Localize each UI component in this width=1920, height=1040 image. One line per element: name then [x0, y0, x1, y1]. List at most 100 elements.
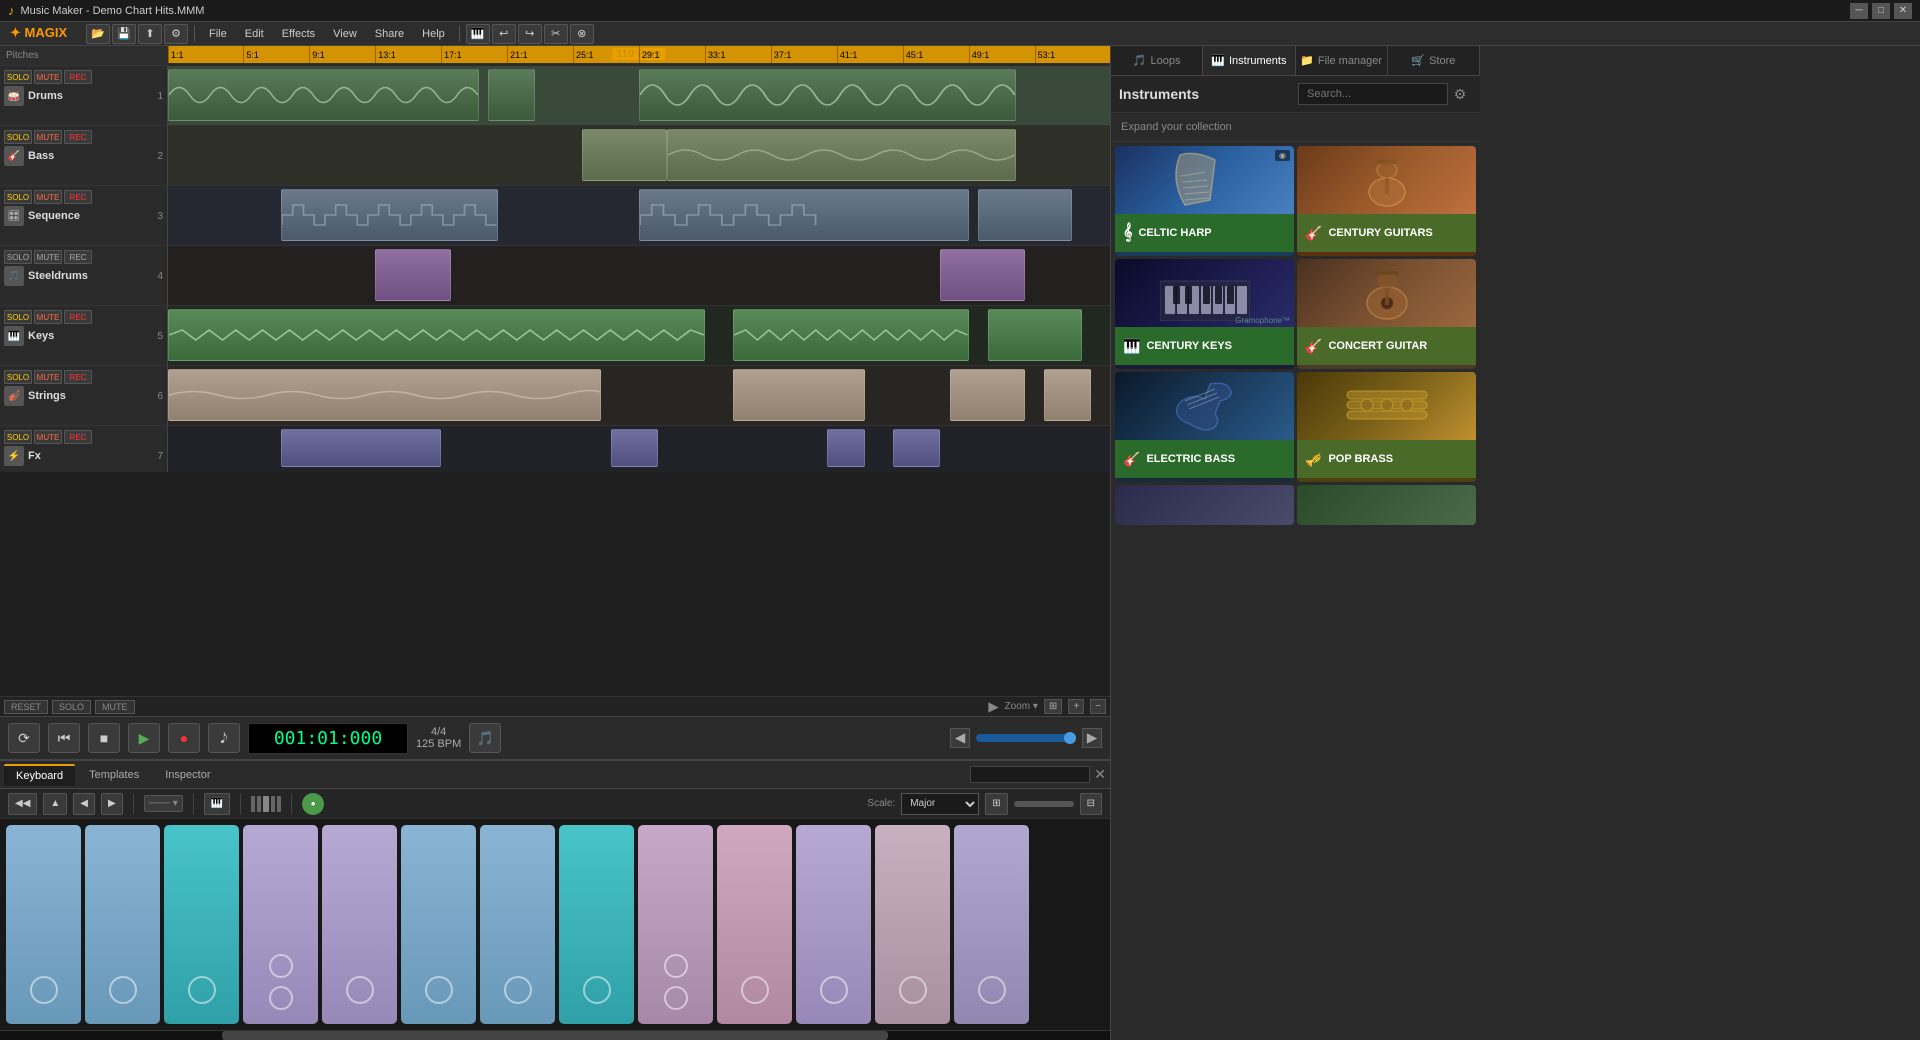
piano-key-13[interactable] — [954, 825, 1029, 1024]
fx-mute-button[interactable]: MUTE — [34, 430, 62, 444]
menu-help[interactable]: Help — [414, 26, 453, 42]
seq-solo-button[interactable]: SOLO — [4, 190, 32, 204]
seq-clip-1[interactable] — [281, 189, 498, 241]
save-button[interactable]: 💾 — [112, 24, 136, 44]
window-controls[interactable]: ─ □ ✕ — [1850, 3, 1912, 19]
kb-slider[interactable] — [1014, 801, 1074, 807]
settings-button[interactable]: ⚙ — [164, 24, 188, 44]
strings-rec-button[interactable]: REC — [64, 370, 92, 384]
drums-clip-2[interactable] — [488, 69, 535, 121]
seq-clip-2[interactable] — [639, 189, 969, 241]
piano-key-3[interactable] — [164, 825, 239, 1024]
steel-solo-button[interactable]: SOLO — [4, 250, 32, 264]
menu-file[interactable]: File — [201, 26, 235, 42]
close-button[interactable]: ✕ — [1894, 3, 1912, 19]
bass-clip-1[interactable] — [582, 129, 667, 181]
open-button[interactable]: 📂 — [86, 24, 110, 44]
fx-rec-button[interactable]: REC — [64, 430, 92, 444]
undo-button[interactable]: ↩ — [492, 24, 516, 44]
keys-clip-3[interactable] — [988, 309, 1082, 361]
vol-down[interactable]: ◀ — [950, 728, 970, 748]
fx-clip-2[interactable] — [611, 429, 658, 467]
instrument-card-century-guitars[interactable]: 🎸 CENTURY GUITARS — [1297, 146, 1476, 256]
steel-rec-button[interactable]: REC — [64, 250, 92, 264]
fx-clip-4[interactable] — [893, 429, 940, 467]
instrument-card-concert-guitar[interactable]: 🎸 CONCERT GUITAR — [1297, 259, 1476, 369]
kb-extra-btn[interactable]: ⊞ — [985, 793, 1007, 815]
keys-clip-1[interactable] — [168, 309, 705, 361]
kb-mode-select[interactable]: ─── ▾ — [144, 795, 183, 812]
vol-up[interactable]: ▶ — [1082, 728, 1102, 748]
tab-inspector[interactable]: Inspector — [153, 765, 222, 785]
cut-button[interactable]: ✂ — [544, 24, 568, 44]
instruments-settings-button[interactable]: ⚙ — [1448, 82, 1472, 106]
strings-mute-button[interactable]: MUTE — [34, 370, 62, 384]
kb-close[interactable]: ✕ — [1094, 766, 1106, 783]
menu-view[interactable]: View — [325, 26, 365, 42]
kb-arrow-left[interactable]: ◀ — [73, 793, 95, 815]
drums-solo-button[interactable]: SOLO — [4, 70, 32, 84]
loop-button[interactable]: ⟳ — [8, 723, 40, 753]
fx-clip-3[interactable] — [827, 429, 865, 467]
scale-select[interactable]: Major Minor Pentatonic — [901, 793, 979, 815]
drums-clip-3[interactable] — [639, 69, 1016, 121]
piano-key-9[interactable] — [638, 825, 713, 1024]
piano-key-5[interactable] — [322, 825, 397, 1024]
bass-solo-button[interactable]: SOLO — [4, 130, 32, 144]
instrument-card-pop-brass[interactable]: 🎺 POP BRASS — [1297, 372, 1476, 482]
menu-share[interactable]: Share — [367, 26, 412, 42]
instrument-card-electric-bass[interactable]: 🎸 ELECTRIC BASS — [1115, 372, 1294, 482]
zoom-out[interactable]: − — [1090, 699, 1106, 714]
record-button[interactable]: ● — [168, 723, 200, 753]
keys-solo-button[interactable]: SOLO — [4, 310, 32, 324]
strings-track-content[interactable] — [168, 366, 1110, 425]
kb-search-input[interactable] — [970, 766, 1090, 783]
keys-clip-2[interactable] — [733, 309, 969, 361]
midi-button[interactable]: 🎹 — [466, 24, 490, 44]
bass-track-content[interactable] — [168, 126, 1110, 185]
instruments-search-input[interactable] — [1298, 83, 1448, 105]
fx-clip-1[interactable] — [281, 429, 441, 467]
kb-active-indicator[interactable]: ● — [302, 793, 324, 815]
restore-button[interactable]: □ — [1872, 3, 1890, 19]
piano-key-6[interactable] — [401, 825, 476, 1024]
tab-loops[interactable]: 🎵 Loops — [1111, 46, 1203, 75]
steeldrums-clip-1[interactable] — [375, 249, 450, 301]
tab-keyboard[interactable]: Keyboard — [4, 764, 75, 786]
tab-instruments[interactable]: 🎹 Instruments — [1203, 46, 1295, 75]
piano-key-10[interactable] — [717, 825, 792, 1024]
keys-rec-button[interactable]: REC — [64, 310, 92, 324]
kb-arrow-left-left[interactable]: ◀◀ — [8, 793, 37, 815]
metronome-icon[interactable]: 🎵 — [469, 723, 501, 753]
bass-mute-button[interactable]: MUTE — [34, 130, 62, 144]
keys-mute-button[interactable]: MUTE — [34, 310, 62, 324]
menu-effects[interactable]: Effects — [274, 26, 323, 42]
zoom-in[interactable]: + — [1068, 699, 1084, 714]
rewind-button[interactable]: ⏮ — [48, 723, 80, 753]
metronome-button[interactable]: 𝅘𝅥𝅮 — [208, 723, 240, 753]
minimize-button[interactable]: ─ — [1850, 3, 1868, 19]
kb-scrollbar[interactable] — [0, 1030, 1110, 1040]
bass-clip-2[interactable] — [667, 129, 1016, 181]
strings-solo-button[interactable]: SOLO — [4, 370, 32, 384]
piano-key-11[interactable] — [796, 825, 871, 1024]
kb-arrow-right[interactable]: ▶ — [101, 793, 123, 815]
seq-rec-button[interactable]: REC — [64, 190, 92, 204]
instrument-card-century-keys[interactable]: Gramophone™ 🎹 CENTURY KEYS — [1115, 259, 1294, 369]
drums-mute-button[interactable]: MUTE — [34, 70, 62, 84]
piano-key-7[interactable] — [480, 825, 555, 1024]
zoom-fit[interactable]: ⊞ — [1044, 699, 1062, 714]
kb-arrow-up[interactable]: ▲ — [43, 793, 67, 815]
reset-button[interactable]: RESET — [4, 700, 48, 714]
strings-clip-1[interactable] — [168, 369, 601, 421]
piano-key-4[interactable] — [243, 825, 318, 1024]
piano-key-1[interactable] — [6, 825, 81, 1024]
seq-track-content[interactable] — [168, 186, 1110, 245]
kb-piano-btn[interactable]: 🎹 — [204, 793, 230, 815]
fx-solo-button[interactable]: SOLO — [4, 430, 32, 444]
piano-key-2[interactable] — [85, 825, 160, 1024]
kb-scrollbar-thumb[interactable] — [222, 1031, 888, 1040]
solo-all-button[interactable]: SOLO — [52, 700, 91, 714]
play-button[interactable]: ▶ — [128, 723, 160, 753]
kb-settings[interactable]: ⊟ — [1080, 793, 1102, 815]
